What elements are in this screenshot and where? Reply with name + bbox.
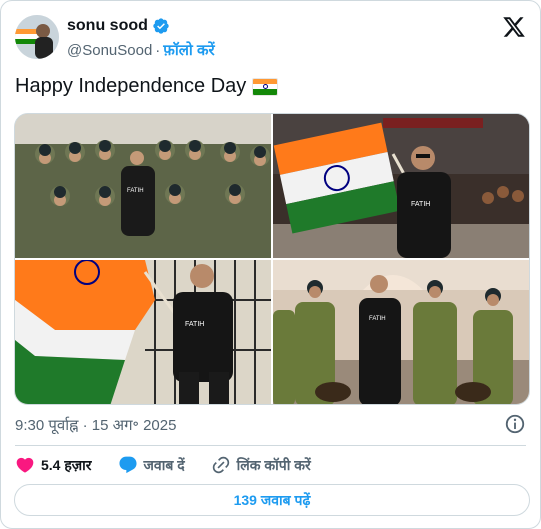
reply-button[interactable]: जवाब दें bbox=[118, 455, 185, 475]
read-replies-button[interactable]: 139 जवाब पढ़ें bbox=[14, 484, 530, 516]
copy-link-label: लिंक कॉपी करें bbox=[236, 456, 311, 473]
photo-flag-at-border[interactable]: FATIH bbox=[273, 114, 529, 258]
reply-label: जवाब दें bbox=[143, 456, 185, 473]
photo-waving-flag[interactable]: FATIH bbox=[15, 260, 271, 404]
follow-button[interactable]: फ़ॉलो करें bbox=[163, 40, 214, 60]
verified-badge-icon bbox=[152, 17, 170, 35]
divider bbox=[15, 445, 526, 446]
tweet-timestamp[interactable]: 9:30 पूर्वाह्न · 15 अग॰ 2025 bbox=[15, 415, 176, 435]
info-icon[interactable] bbox=[504, 413, 526, 435]
tweet-text: Happy Independence Day bbox=[15, 75, 279, 98]
photo-group-cadets[interactable]: FATIH bbox=[15, 114, 271, 258]
copy-link-button[interactable]: लिंक कॉपी करें bbox=[211, 455, 311, 475]
handle-separator: · bbox=[155, 41, 161, 59]
action-bar: 5.4 हज़ार जवाब दें लिंक कॉपी करें bbox=[15, 453, 337, 477]
media-grid: FATIH FATIH FATIH FATIH bbox=[14, 113, 530, 405]
handle-row: @SonuSood · फ़ॉलो करें bbox=[67, 40, 215, 60]
author-name-row: sonu sood bbox=[67, 17, 170, 35]
indian-flag-icon bbox=[252, 77, 279, 96]
display-name[interactable]: sonu sood bbox=[67, 17, 148, 35]
tweet-text-content: Happy Independence Day bbox=[15, 75, 247, 97]
like-button[interactable]: 5.4 हज़ार bbox=[15, 455, 92, 475]
like-count: 5.4 हज़ार bbox=[41, 456, 92, 473]
photo-with-soldiers[interactable]: FATIH bbox=[273, 260, 529, 404]
heart-icon bbox=[16, 457, 34, 473]
avatar[interactable] bbox=[15, 15, 59, 59]
tweet-card: sonu sood @SonuSood · फ़ॉलो करें Happy I… bbox=[0, 0, 541, 529]
x-logo-icon[interactable] bbox=[502, 15, 526, 39]
reply-bubble-icon bbox=[118, 456, 137, 474]
svg-text:FATIH: FATIH bbox=[369, 316, 386, 322]
link-icon bbox=[212, 456, 229, 474]
svg-text:FATIH: FATIH bbox=[127, 188, 144, 194]
author-handle[interactable]: @SonuSood bbox=[67, 42, 152, 59]
svg-text:FATIH: FATIH bbox=[411, 201, 430, 208]
svg-text:FATIH: FATIH bbox=[185, 321, 204, 328]
